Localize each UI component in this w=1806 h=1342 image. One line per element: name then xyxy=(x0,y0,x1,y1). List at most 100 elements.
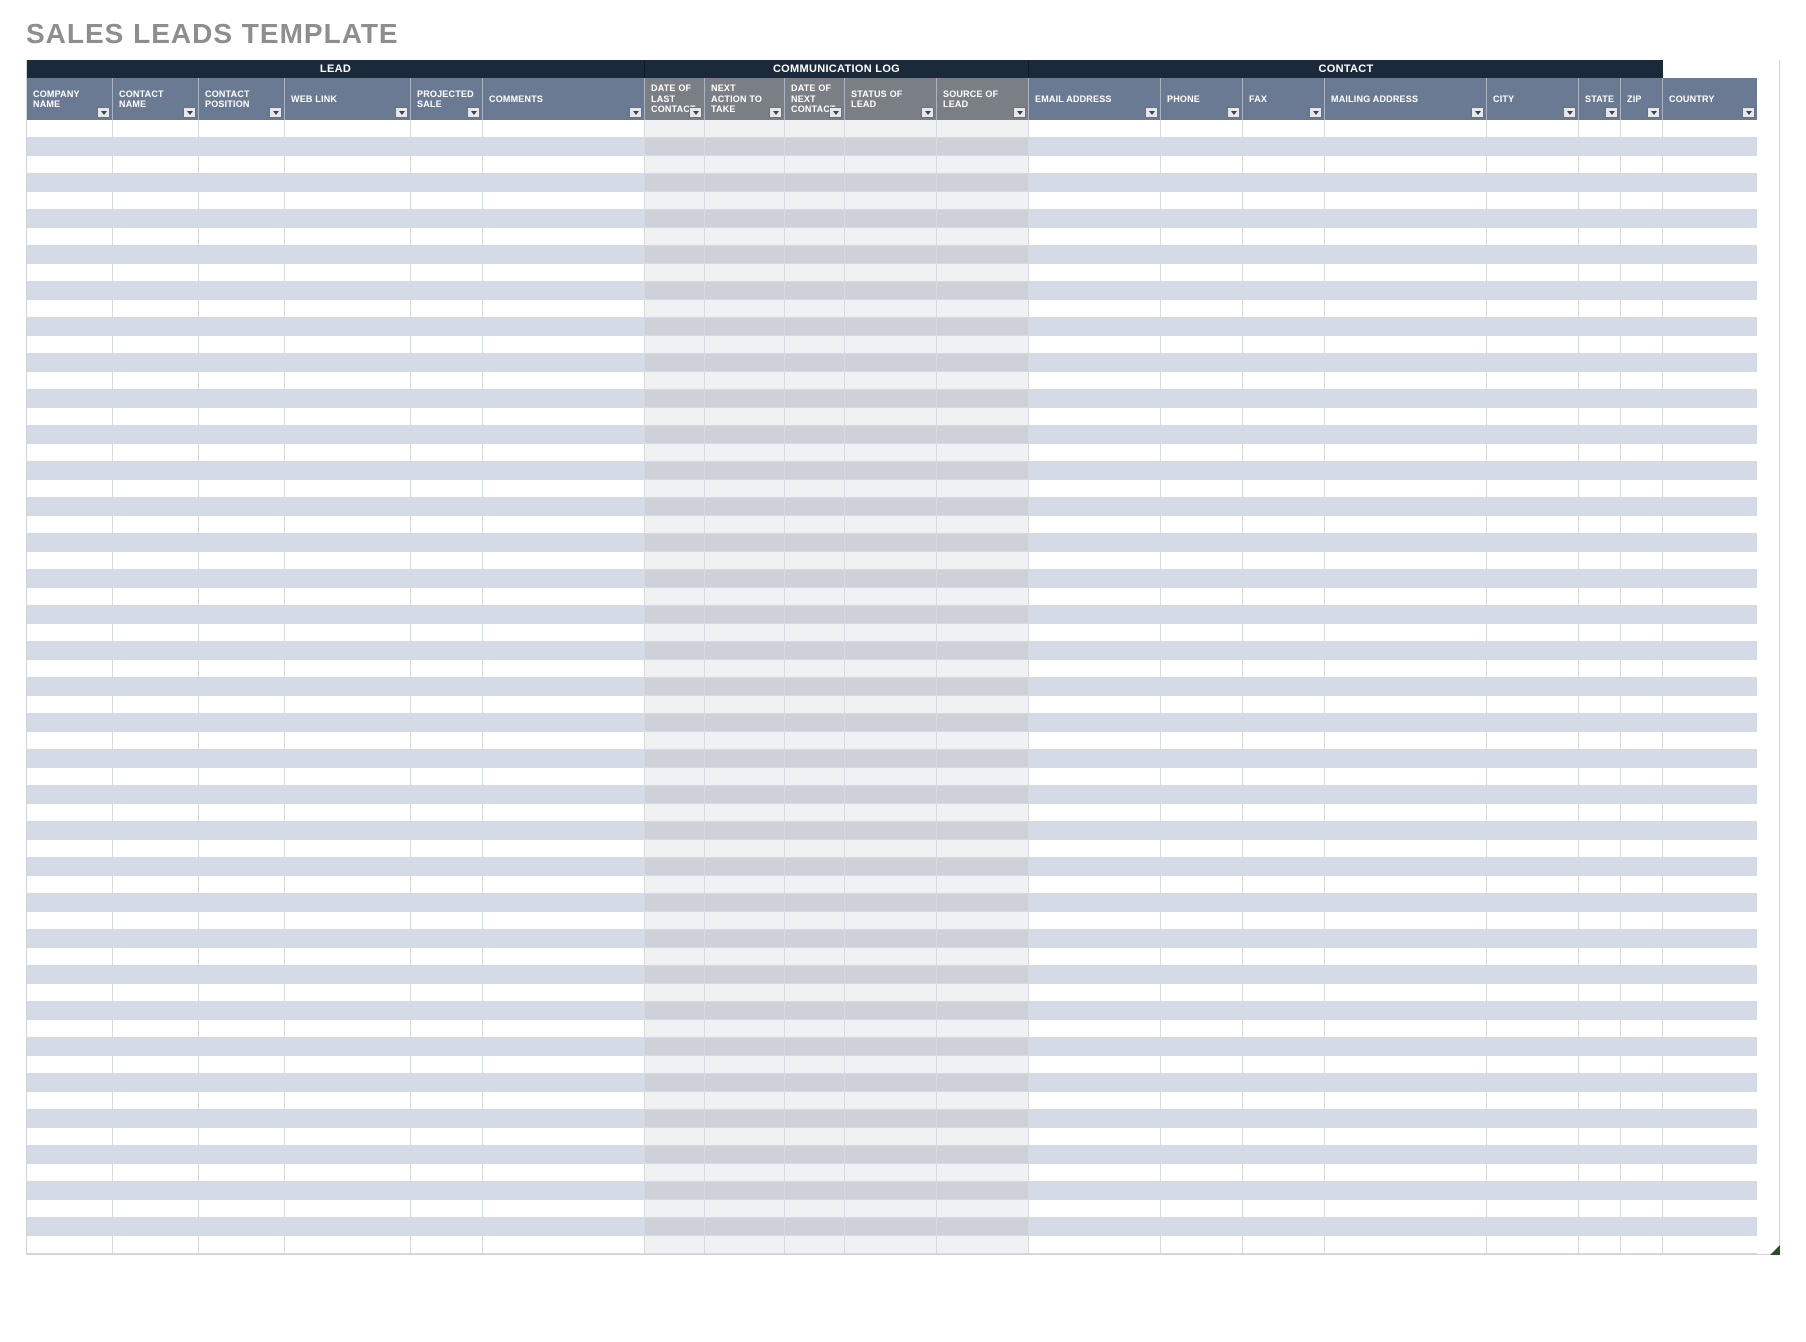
table-cell[interactable] xyxy=(411,408,483,426)
table-cell[interactable] xyxy=(1621,714,1663,732)
table-cell[interactable] xyxy=(1325,606,1487,624)
table-cell[interactable] xyxy=(27,1128,113,1146)
table-cell[interactable] xyxy=(27,1236,113,1254)
table-cell[interactable] xyxy=(27,480,113,498)
table-cell[interactable] xyxy=(1579,732,1621,750)
table-cell[interactable] xyxy=(1487,516,1579,534)
table-cell[interactable] xyxy=(705,300,785,318)
table-cell[interactable] xyxy=(1663,1092,1757,1110)
table-cell[interactable] xyxy=(411,822,483,840)
table-cell[interactable] xyxy=(1621,300,1663,318)
table-cell[interactable] xyxy=(1621,228,1663,246)
table-cell[interactable] xyxy=(1029,642,1161,660)
table-cell[interactable] xyxy=(411,984,483,1002)
table-cell[interactable] xyxy=(1621,354,1663,372)
table-cell[interactable] xyxy=(937,966,1029,984)
table-cell[interactable] xyxy=(645,966,705,984)
table-cell[interactable] xyxy=(1579,786,1621,804)
table-cell[interactable] xyxy=(1029,1164,1161,1182)
table-cell[interactable] xyxy=(645,642,705,660)
table-cell[interactable] xyxy=(1243,1236,1325,1254)
filter-dropdown-icon[interactable] xyxy=(769,107,782,118)
table-cell[interactable] xyxy=(1487,156,1579,174)
table-cell[interactable] xyxy=(1029,588,1161,606)
table-cell[interactable] xyxy=(1325,210,1487,228)
table-cell[interactable] xyxy=(785,1164,845,1182)
table-cell[interactable] xyxy=(1621,642,1663,660)
table-cell[interactable] xyxy=(1325,1218,1487,1236)
table-cell[interactable] xyxy=(1325,804,1487,822)
table-cell[interactable] xyxy=(483,624,645,642)
table-cell[interactable] xyxy=(705,336,785,354)
table-cell[interactable] xyxy=(1663,390,1757,408)
table-cell[interactable] xyxy=(411,930,483,948)
table-cell[interactable] xyxy=(113,138,199,156)
table-cell[interactable] xyxy=(1621,426,1663,444)
table-cell[interactable] xyxy=(113,1092,199,1110)
table-cell[interactable] xyxy=(1325,876,1487,894)
table-cell[interactable] xyxy=(1243,732,1325,750)
table-cell[interactable] xyxy=(199,552,285,570)
table-cell[interactable] xyxy=(1663,696,1757,714)
table-cell[interactable] xyxy=(113,174,199,192)
table-cell[interactable] xyxy=(285,1236,411,1254)
table-cell[interactable] xyxy=(845,192,937,210)
table-cell[interactable] xyxy=(645,282,705,300)
table-cell[interactable] xyxy=(411,1128,483,1146)
table-cell[interactable] xyxy=(845,1092,937,1110)
table-cell[interactable] xyxy=(1243,156,1325,174)
table-cell[interactable] xyxy=(937,552,1029,570)
table-cell[interactable] xyxy=(411,282,483,300)
table-cell[interactable] xyxy=(411,1110,483,1128)
table-cell[interactable] xyxy=(285,174,411,192)
table-cell[interactable] xyxy=(1325,264,1487,282)
table-cell[interactable] xyxy=(1029,1092,1161,1110)
table-cell[interactable] xyxy=(785,912,845,930)
table-cell[interactable] xyxy=(1487,300,1579,318)
table-cell[interactable] xyxy=(1161,300,1243,318)
table-cell[interactable] xyxy=(1663,552,1757,570)
table-cell[interactable] xyxy=(937,246,1029,264)
table-cell[interactable] xyxy=(1243,570,1325,588)
table-cell[interactable] xyxy=(645,408,705,426)
table-cell[interactable] xyxy=(483,1146,645,1164)
table-cell[interactable] xyxy=(1029,1200,1161,1218)
table-cell[interactable] xyxy=(937,822,1029,840)
table-cell[interactable] xyxy=(113,1236,199,1254)
table-cell[interactable] xyxy=(1487,1146,1579,1164)
table-cell[interactable] xyxy=(285,282,411,300)
table-cell[interactable] xyxy=(785,1092,845,1110)
table-cell[interactable] xyxy=(27,462,113,480)
table-cell[interactable] xyxy=(199,138,285,156)
table-cell[interactable] xyxy=(705,696,785,714)
table-cell[interactable] xyxy=(937,318,1029,336)
table-cell[interactable] xyxy=(285,1146,411,1164)
table-cell[interactable] xyxy=(705,1128,785,1146)
table-cell[interactable] xyxy=(705,822,785,840)
table-cell[interactable] xyxy=(845,120,937,138)
table-cell[interactable] xyxy=(937,1164,1029,1182)
table-cell[interactable] xyxy=(1029,606,1161,624)
table-cell[interactable] xyxy=(411,1236,483,1254)
table-cell[interactable] xyxy=(785,1038,845,1056)
table-cell[interactable] xyxy=(785,534,845,552)
table-cell[interactable] xyxy=(845,390,937,408)
table-cell[interactable] xyxy=(1161,624,1243,642)
table-cell[interactable] xyxy=(1161,750,1243,768)
table-cell[interactable] xyxy=(1029,1038,1161,1056)
table-cell[interactable] xyxy=(483,390,645,408)
table-cell[interactable] xyxy=(1161,570,1243,588)
table-cell[interactable] xyxy=(1243,1218,1325,1236)
table-cell[interactable] xyxy=(785,984,845,1002)
table-cell[interactable] xyxy=(285,192,411,210)
table-cell[interactable] xyxy=(483,516,645,534)
table-cell[interactable] xyxy=(1243,966,1325,984)
table-cell[interactable] xyxy=(199,804,285,822)
table-cell[interactable] xyxy=(937,912,1029,930)
table-cell[interactable] xyxy=(1243,138,1325,156)
table-cell[interactable] xyxy=(1579,624,1621,642)
table-cell[interactable] xyxy=(645,228,705,246)
table-cell[interactable] xyxy=(1621,372,1663,390)
table-cell[interactable] xyxy=(1029,660,1161,678)
table-cell[interactable] xyxy=(1663,192,1757,210)
